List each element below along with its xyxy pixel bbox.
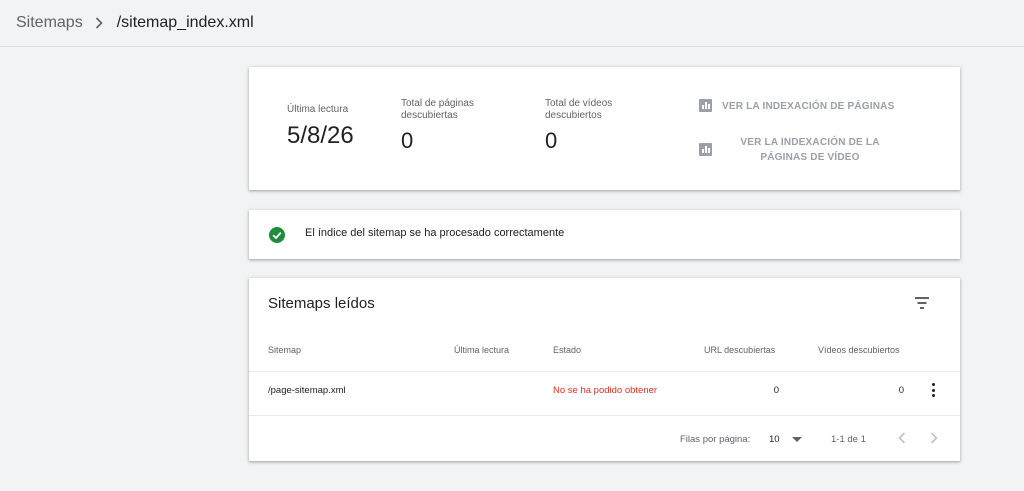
chevron-right-icon: [95, 17, 103, 29]
status-message: El índice del sitemap se ha procesado co…: [305, 227, 565, 239]
videos-discovered-label-line2: descubiertos: [545, 110, 602, 121]
row-status-cell: No se ha podido obtener: [553, 385, 658, 396]
chevron-right-icon: [930, 432, 938, 444]
view-pages-indexing-link[interactable]: VER LA INDEXACIÓN DE PÁGINAS: [699, 99, 894, 114]
view-video-indexing-label-line1: VER LA INDEXACIÓN DE LA: [740, 137, 880, 148]
rows-per-page-value: 10: [769, 433, 780, 445]
next-page-button[interactable]: [926, 430, 942, 446]
previous-page-button[interactable]: [894, 430, 910, 446]
sitemaps-table-card: Sitemaps leídos Sitemap Última lectura E…: [249, 278, 960, 461]
breadcrumb-current: /sitemap_index.xml: [116, 14, 254, 31]
last-read-label: Última lectura: [287, 104, 349, 115]
bar-chart-icon: [699, 143, 712, 156]
chevron-left-icon: [898, 432, 906, 444]
last-read-value: 5/8/26: [287, 122, 354, 149]
column-header-urls-discovered[interactable]: URL descubiertas: [704, 345, 775, 355]
row-divider: [249, 415, 960, 416]
header-divider: [249, 371, 960, 372]
rows-per-page-label: Filas por página:: [680, 434, 751, 445]
pagination-range: 1-1 de 1: [831, 434, 866, 445]
row-sitemap-cell[interactable]: /page-sitemap.xml: [268, 385, 346, 396]
caret-down-icon: [791, 436, 802, 442]
view-pages-indexing-label: VER LA INDEXACIÓN DE PÁGINAS: [722, 101, 895, 112]
row-urls-cell: 0: [773, 385, 779, 396]
filter-icon[interactable]: [914, 296, 930, 310]
column-header-sitemap[interactable]: Sitemap: [268, 345, 301, 355]
column-header-last-read[interactable]: Última lectura: [454, 345, 509, 355]
column-header-videos-discovered[interactable]: Vídeos descubiertos: [818, 345, 900, 355]
last-read-stat: Última lectura 5/8/26: [287, 104, 354, 150]
check-circle-icon: [269, 227, 285, 243]
column-header-status[interactable]: Estado: [553, 345, 581, 355]
status-card: El índice del sitemap se ha procesado co…: [249, 210, 960, 259]
table-title: Sitemaps leídos: [268, 295, 375, 312]
pages-discovered-stat: Total de páginas descubiertas 0: [401, 98, 474, 154]
breadcrumb-bar: Sitemaps /sitemap_index.xml: [0, 0, 1024, 47]
videos-discovered-label-line1: Total de vídeos: [545, 98, 613, 109]
breadcrumb-root-link[interactable]: Sitemaps: [16, 14, 83, 32]
bar-chart-icon: [699, 99, 712, 112]
videos-discovered-value: 0: [545, 128, 558, 153]
view-video-indexing-label-line2: PÁGINAS DE VÍDEO: [760, 152, 860, 163]
summary-card: Última lectura 5/8/26 Total de páginas d…: [249, 67, 960, 190]
videos-discovered-stat: Total de vídeos descubiertos 0: [545, 98, 612, 154]
more-vert-icon[interactable]: [928, 382, 938, 398]
rows-per-page-select[interactable]: 10: [769, 430, 805, 448]
pages-discovered-label-line2: descubiertas: [401, 110, 458, 121]
view-video-indexing-label: VER LA INDEXACIÓN DE LA PÁGINAS DE VÍDEO: [730, 135, 890, 165]
pages-discovered-label-line1: Total de páginas: [401, 98, 474, 109]
view-video-indexing-link[interactable]: VER LA INDEXACIÓN DE LA PÁGINAS DE VÍDEO: [699, 135, 890, 165]
pages-discovered-value: 0: [401, 128, 414, 153]
row-videos-cell: 0: [898, 385, 904, 396]
